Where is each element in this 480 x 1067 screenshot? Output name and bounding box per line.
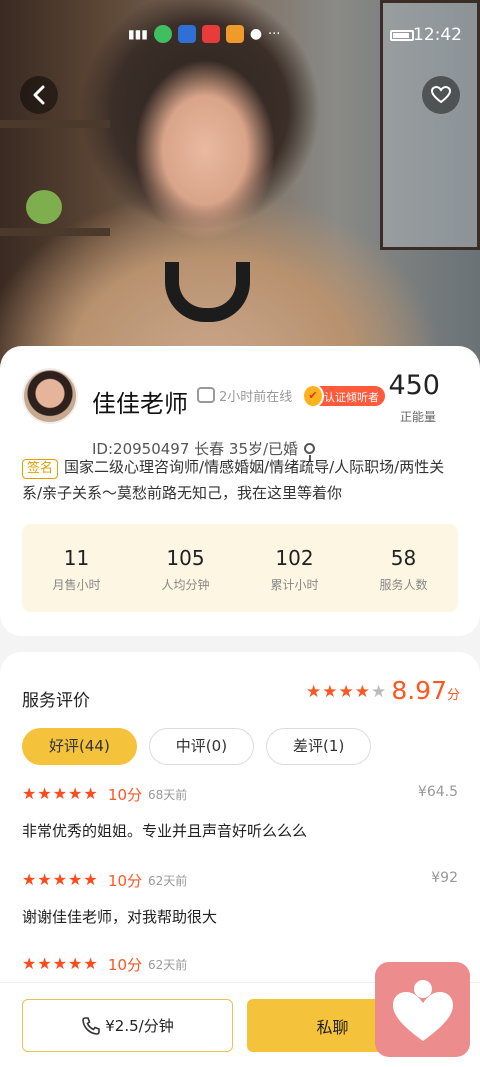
stat-label: 月售小时 <box>52 578 101 592</box>
plant <box>26 190 62 224</box>
star-icon: ★ <box>306 682 322 702</box>
rating-score-value: 8.97 <box>391 676 447 705</box>
avatar[interactable] <box>22 368 78 424</box>
review-time: 62天前 <box>148 874 188 888</box>
counselor-name: 佳佳老师 <box>92 390 188 418</box>
signature-text: 国家二级心理咨询师/情感婚姻/情绪疏导/人际职场/两性关系/亲子关系～莫愁前路无… <box>22 458 445 502</box>
rating-stars: ★ ★ ★ ★ ★ <box>306 682 386 702</box>
certification-label: 认证倾听者 <box>324 391 379 404</box>
review-time: 62天前 <box>148 958 188 972</box>
back-button[interactable] <box>20 76 58 114</box>
review-stars: ★ ★ ★ ★ ★ <box>22 954 98 973</box>
star-icon: ★ <box>338 682 354 702</box>
review-price: ¥64.5 <box>417 784 458 800</box>
stat-label: 人均分钟 <box>161 578 210 592</box>
stat-value: 58 <box>390 546 417 570</box>
stat-clients: 58 服务人数 <box>349 524 458 612</box>
review-item: ★ ★ ★ ★ ★ 10分 62天前 ¥92 谢谢佳佳老师，对我帮助很大 <box>22 870 462 940</box>
status-icons: ▮▮▮ ● ··· <box>128 25 280 43</box>
review-stars: ★ ★ ★ ★ ★ <box>22 870 98 889</box>
stat-label: 累计小时 <box>270 578 319 592</box>
stat-value: 105 <box>166 546 205 570</box>
choker <box>165 262 250 322</box>
call-price-label: ¥2.5/分钟 <box>105 1017 174 1035</box>
female-icon <box>304 443 316 461</box>
phone-icon <box>82 1016 101 1035</box>
stats-panel: 11 月售小时 105 人均分钟 102 累计小时 58 服务人数 <box>22 524 458 612</box>
star-icon: ★ <box>354 682 370 702</box>
review-tabs: 好评(44) 中评(0) 差评(1) <box>22 728 372 765</box>
status-bar: ▮▮▮ ● ··· 12:42 <box>0 0 480 70</box>
floating-badge[interactable] <box>375 962 470 1057</box>
energy-label: 正能量 <box>399 410 436 424</box>
chat-bubble-icon <box>197 387 215 403</box>
more-icon: ··· <box>268 26 281 42</box>
reviews-title: 服务评价 <box>22 691 90 711</box>
review-price: ¥92 <box>431 870 458 886</box>
review-score: 10分 <box>108 872 143 890</box>
signature-tag: 签名 <box>22 459 59 479</box>
review-stars: ★ ★ ★ ★ ★ <box>22 784 98 803</box>
stat-monthly-hours: 11 月售小时 <box>22 524 131 612</box>
signal-icon: ▮▮▮ <box>128 27 148 41</box>
profile-card: 佳佳老师 2小时前在线 ✔ 认证倾听者 450 正能量 ID:20950497 … <box>0 346 480 636</box>
review-item: ★ ★ ★ ★ ★ 10分 68天前 ¥64.5 非常优秀的姐姐。专业并且声音好听么么么 <box>22 784 462 854</box>
review-score: 10分 <box>108 956 143 974</box>
signature: 签名 国家二级心理咨询师/情感婚姻/情绪疏导/人际职场/两性关系/亲子关系～莫愁前… <box>22 454 462 506</box>
review-score: 10分 <box>108 786 143 804</box>
heart-person-icon <box>392 979 453 1041</box>
stat-label: 服务人数 <box>379 578 428 592</box>
check-badge-icon: ✔ <box>302 384 324 408</box>
energy-value: 450 <box>388 370 440 401</box>
call-button[interactable]: ¥2.5/分钟 <box>22 999 233 1052</box>
rating-unit: 分 <box>446 688 460 703</box>
stat-value: 102 <box>275 546 314 570</box>
rating-score: 8.97分 <box>391 676 460 705</box>
star-empty-icon: ★ <box>371 682 387 702</box>
app-icon <box>225 25 244 43</box>
app-icon <box>201 25 220 43</box>
shelf <box>0 120 110 128</box>
stat-avg-minutes: 105 人均分钟 <box>131 524 240 612</box>
stat-value: 11 <box>63 546 90 570</box>
stat-total-hours: 102 累计小时 <box>240 524 349 612</box>
review-time: 68天前 <box>148 788 188 802</box>
shelf <box>0 228 110 236</box>
app-icon <box>153 25 172 43</box>
certification-badge: ✔ 认证倾听者 <box>302 384 385 408</box>
battery-icon <box>390 30 414 41</box>
clock: 12:42 <box>413 25 462 45</box>
tab-negative[interactable]: 差评(1) <box>266 728 372 765</box>
wechat-icon: ● <box>249 26 263 42</box>
star-icon: ★ <box>322 682 338 702</box>
review-text: 谢谢佳佳老师，对我帮助很大 <box>22 908 218 926</box>
review-text: 非常优秀的姐姐。专业并且声音好听么么么 <box>22 822 308 840</box>
tab-neutral[interactable]: 中评(0) <box>148 728 255 765</box>
tab-positive[interactable]: 好评(44) <box>22 728 137 765</box>
chevron-left-icon <box>33 85 45 105</box>
heart-outline-icon <box>431 86 451 104</box>
app-icon <box>177 25 196 43</box>
favorite-button[interactable] <box>422 76 460 114</box>
online-status: 2小时前在线 <box>219 390 293 405</box>
